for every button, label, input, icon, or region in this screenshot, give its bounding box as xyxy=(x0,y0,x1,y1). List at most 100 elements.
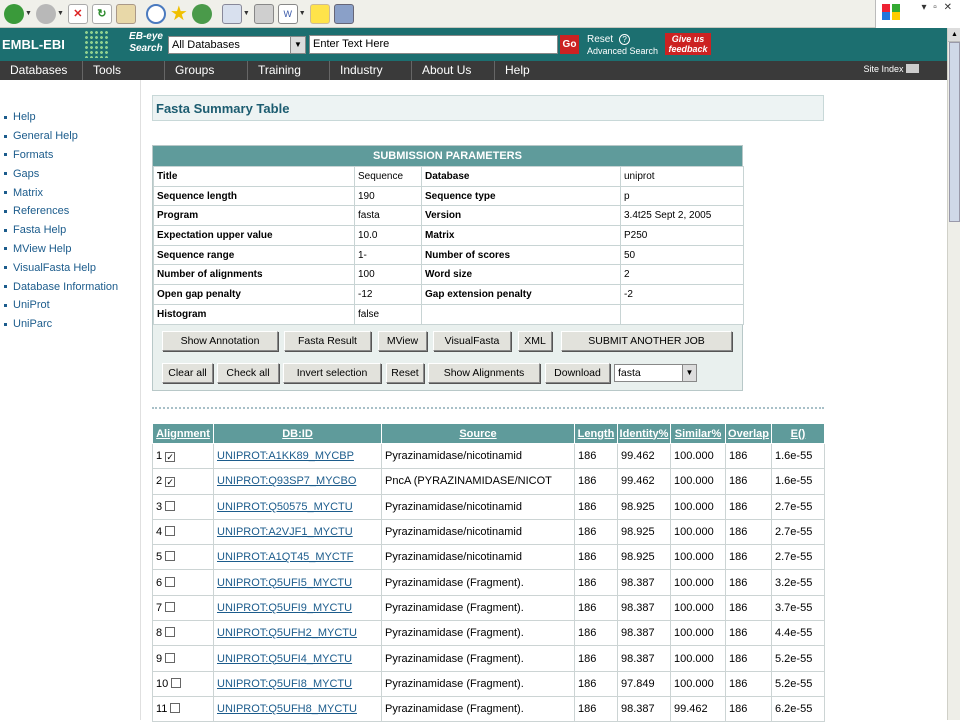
sidebar-item-formats[interactable]: Formats xyxy=(0,146,118,165)
nav-about-us[interactable]: About Us xyxy=(412,61,495,80)
db-id-link[interactable]: UNIPROT:A1KK89_MYCBP xyxy=(213,442,382,470)
db-id-link[interactable]: UNIPROT:A1QT45_MYCTF xyxy=(213,544,382,571)
xml-button[interactable]: XML xyxy=(518,331,552,351)
sidebar-item-help[interactable]: Help xyxy=(0,108,118,127)
alignment-checkbox[interactable] xyxy=(165,551,176,562)
help-icon[interactable]: ? xyxy=(619,34,631,45)
alignment-checkbox[interactable] xyxy=(171,677,182,688)
reset-button[interactable]: Reset xyxy=(386,363,424,383)
param-label: Program xyxy=(153,205,355,227)
alignment-number: 8 xyxy=(156,627,163,640)
db-id-link[interactable]: UNIPROT:Q5UFI8_MYCTU xyxy=(213,670,382,697)
nav-help[interactable]: Help xyxy=(495,61,577,80)
show-alignments-button[interactable]: Show Alignments xyxy=(428,363,540,383)
search-input[interactable]: Enter Text Here xyxy=(309,35,558,54)
param-value: false xyxy=(354,303,422,325)
forward-icon[interactable]: ▼ xyxy=(35,2,64,26)
vertical-scrollbar[interactable]: ▲ xyxy=(947,28,960,720)
edit-icon[interactable]: W ▼ xyxy=(277,2,306,26)
sidebar-item-uniprot[interactable]: UniProt xyxy=(0,296,118,315)
history-icon[interactable] xyxy=(191,2,212,26)
stop-icon[interactable]: ✕ xyxy=(67,2,88,26)
print-icon[interactable] xyxy=(253,2,274,26)
feedback-button[interactable]: Give us feedback xyxy=(665,33,711,55)
bullet-icon xyxy=(4,172,7,176)
research-icon[interactable] xyxy=(333,2,354,26)
home-icon[interactable] xyxy=(115,2,136,26)
db-id-link[interactable]: UNIPROT:Q5UFH2_MYCTU xyxy=(213,620,382,647)
nav-groups[interactable]: Groups xyxy=(165,61,248,80)
submit-another-job-button[interactable]: SUBMIT ANOTHER JOB xyxy=(561,331,732,351)
download-format-select[interactable]: fasta ▼ xyxy=(614,364,697,382)
invert-selection-button[interactable]: Invert selection xyxy=(283,363,381,383)
sidebar-item-gaps[interactable]: Gaps xyxy=(0,164,118,183)
download-button[interactable]: Download xyxy=(545,363,610,383)
header-reset-link[interactable]: Reset? xyxy=(587,34,631,45)
scroll-up-arrow-icon[interactable]: ▲ xyxy=(948,28,960,42)
alignment-cell: 4 xyxy=(152,518,214,546)
alignment-checkbox[interactable]: ✓ xyxy=(165,452,176,463)
database-select[interactable]: All Databases ▼ xyxy=(168,36,306,54)
note-icon[interactable] xyxy=(309,2,330,26)
advanced-search-link[interactable]: Advanced Search xyxy=(587,46,658,56)
sidebar-item-fasta-help[interactable]: Fasta Help xyxy=(0,221,118,240)
db-id-link[interactable]: UNIPROT:Q5UFI4_MYCTU xyxy=(213,645,382,672)
scroll-thumb[interactable] xyxy=(949,42,960,222)
param-label: Expectation upper value xyxy=(153,225,355,246)
alignment-checkbox[interactable] xyxy=(165,601,176,612)
alignment-number: 9 xyxy=(156,652,163,665)
col-header-e-value[interactable]: E() xyxy=(771,423,825,444)
col-header-length[interactable]: Length xyxy=(574,423,618,444)
check-all-button[interactable]: Check all xyxy=(217,363,279,383)
sidebar-item-uniparc[interactable]: UniParc xyxy=(0,315,118,334)
source-cell: Pyrazinamidase/nicotinamid xyxy=(381,518,575,546)
show-annotation-button[interactable]: Show Annotation xyxy=(162,331,278,351)
sidebar-item-general-help[interactable]: General Help xyxy=(0,127,118,146)
go-button[interactable]: Go xyxy=(560,35,579,54)
alignment-checkbox[interactable] xyxy=(165,627,176,638)
window-controls-icon[interactable]: ▾ ▫ ✕ xyxy=(922,2,955,13)
db-id-link[interactable]: UNIPROT:A2VJF1_MYCTU xyxy=(213,518,382,546)
db-id-link[interactable]: UNIPROT:Q5UFI9_MYCTU xyxy=(213,594,382,622)
favorites-icon[interactable]: ★ xyxy=(170,2,188,26)
col-header-overlap[interactable]: Overlap xyxy=(725,423,772,444)
sidebar-item-database-information[interactable]: Database Information xyxy=(0,277,118,296)
param-label: Number of scores xyxy=(421,244,621,266)
alignment-checkbox[interactable] xyxy=(165,576,176,587)
database-select-value: All Databases xyxy=(172,39,240,51)
nav-databases[interactable]: Databases xyxy=(0,61,83,80)
alignment-checkbox[interactable] xyxy=(165,526,176,537)
alignment-checkbox[interactable] xyxy=(165,500,176,511)
mview-button[interactable]: MView xyxy=(378,331,427,351)
nav-training[interactable]: Training xyxy=(248,61,330,80)
col-header-identity[interactable]: Identity% xyxy=(617,423,671,444)
back-icon[interactable]: ▼ xyxy=(4,2,32,26)
identity-cell: 97.849 xyxy=(617,670,671,697)
mail-icon[interactable]: ▼ xyxy=(221,2,250,26)
alignment-checkbox[interactable]: ✓ xyxy=(165,477,176,488)
page-title: Fasta Summary Table xyxy=(156,101,290,116)
sidebar-item-matrix[interactable]: Matrix xyxy=(0,183,118,202)
col-header-db-id[interactable]: DB:ID xyxy=(213,423,382,444)
db-id-link[interactable]: UNIPROT:Q5UFI5_MYCTU xyxy=(213,569,382,596)
visualfasta-button[interactable]: VisualFasta xyxy=(433,331,511,351)
nav-tools[interactable]: Tools xyxy=(83,61,165,80)
nav-industry[interactable]: Industry xyxy=(330,61,412,80)
sidebar-item-mview-help[interactable]: MView Help xyxy=(0,240,118,259)
col-header-alignment[interactable]: Alignment xyxy=(152,423,214,444)
sidebar-item-label: UniParc xyxy=(13,318,53,331)
db-id-link[interactable]: UNIPROT:Q93SP7_MYCBO xyxy=(213,468,382,495)
alignment-checkbox[interactable] xyxy=(165,652,176,663)
db-id-link[interactable]: UNIPROT:Q5UFH8_MYCTU xyxy=(213,695,382,722)
clear-all-button[interactable]: Clear all xyxy=(162,363,213,383)
refresh-icon[interactable]: ↻ xyxy=(91,2,112,26)
sidebar-item-references[interactable]: References xyxy=(0,202,118,221)
db-id-link[interactable]: UNIPROT:Q50575_MYCTU xyxy=(213,493,382,520)
fasta-result-button[interactable]: Fasta Result xyxy=(284,331,371,351)
site-index-link[interactable]: Site Index xyxy=(863,64,919,74)
col-header-source[interactable]: Source xyxy=(381,423,575,444)
search-icon[interactable] xyxy=(145,2,166,26)
alignment-checkbox[interactable] xyxy=(170,703,181,714)
sidebar-item-visualfasta-help[interactable]: VisualFasta Help xyxy=(0,258,118,277)
col-header-similar[interactable]: Similar% xyxy=(670,423,726,444)
